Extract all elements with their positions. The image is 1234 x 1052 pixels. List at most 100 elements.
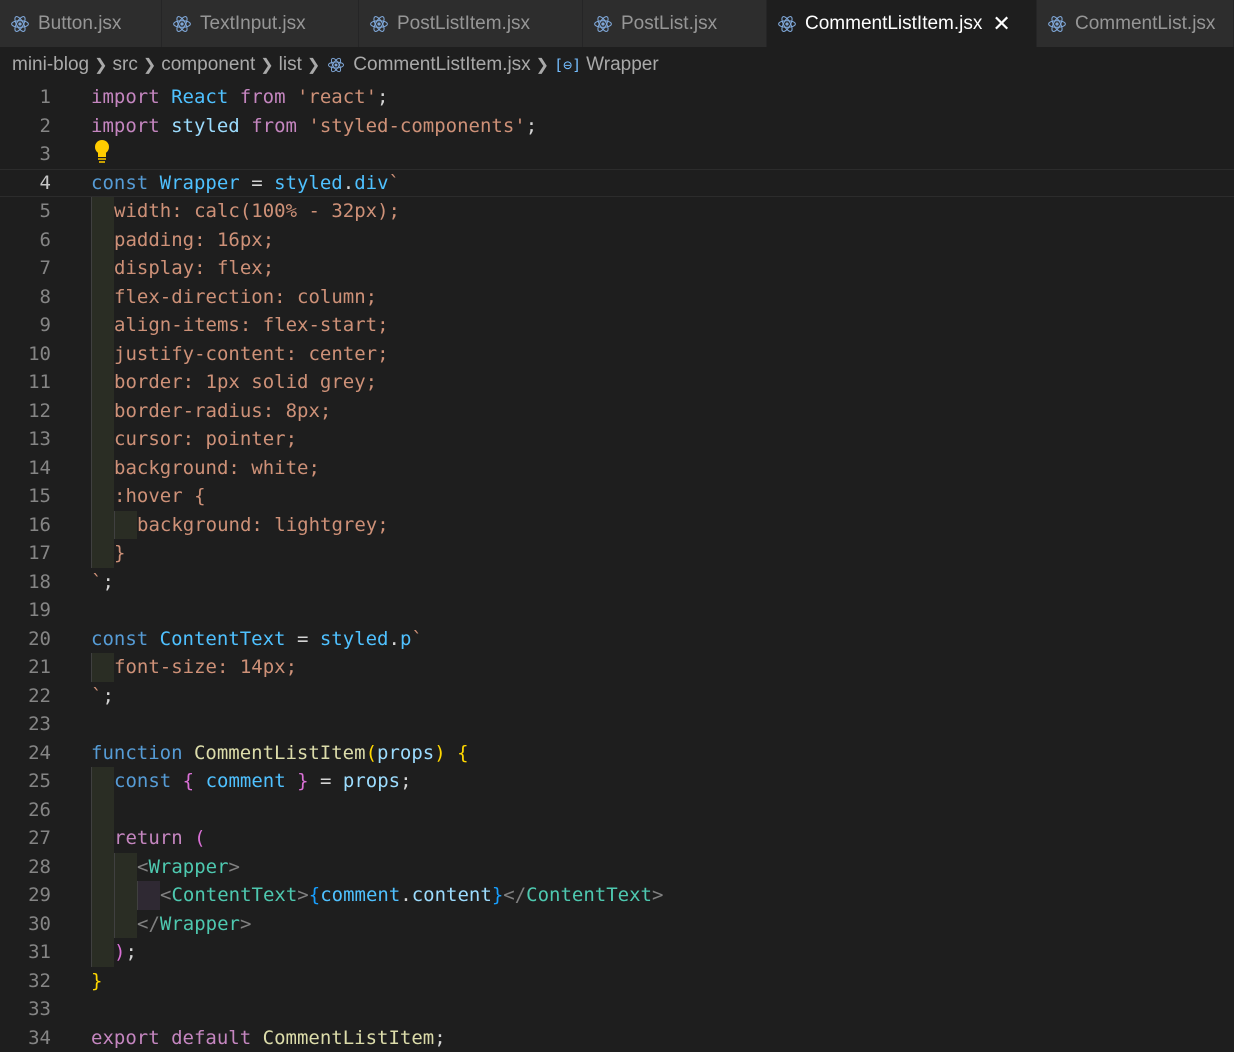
code-line[interactable]: 19 <box>0 596 1234 625</box>
code-line[interactable]: 10justify-content: center; <box>0 340 1234 369</box>
tab-label: PostListItem.jsx <box>397 13 530 35</box>
code-line[interactable]: 13cursor: pointer; <box>0 425 1234 454</box>
code-line[interactable]: 15:hover { <box>0 482 1234 511</box>
code-line[interactable]: 30</Wrapper> <box>0 910 1234 939</box>
code-line[interactable]: 2import styled from 'styled-components'; <box>0 112 1234 141</box>
code-line[interactable]: 12border-radius: 8px; <box>0 397 1234 426</box>
line-number: 32 <box>0 967 51 996</box>
line-number: 15 <box>0 482 51 511</box>
react-icon <box>1047 14 1067 34</box>
line-number: 16 <box>0 511 51 540</box>
code-line[interactable]: 24function CommentListItem(props) { <box>0 739 1234 768</box>
code-line[interactable]: 28<Wrapper> <box>0 853 1234 882</box>
code-line[interactable]: 14background: white; <box>0 454 1234 483</box>
breadcrumb-item-component[interactable]: component <box>161 54 255 76</box>
code-line[interactable]: 23 <box>0 710 1234 739</box>
line-number: 27 <box>0 824 51 853</box>
code-line[interactable]: 9align-items: flex-start; <box>0 311 1234 340</box>
react-icon <box>777 14 797 34</box>
code-line[interactable]: 17} <box>0 539 1234 568</box>
tab-postlistitem-jsx[interactable]: PostListItem.jsx <box>359 0 583 47</box>
line-number: 30 <box>0 910 51 939</box>
chevron-right-icon: ❯ <box>536 55 549 75</box>
line-number: 25 <box>0 767 51 796</box>
line-number: 7 <box>0 254 51 283</box>
react-icon <box>10 14 30 34</box>
code-line[interactable]: 34export default CommentListItem; <box>0 1024 1234 1052</box>
tab-label: Button.jsx <box>38 13 121 35</box>
breadcrumb-item-symbol[interactable]: Wrapper <box>586 54 659 76</box>
code-line[interactable]: 22`; <box>0 682 1234 711</box>
close-icon[interactable]: ✕ <box>992 13 1010 35</box>
line-number: 23 <box>0 710 51 739</box>
code-line[interactable]: 16background: lightgrey; <box>0 511 1234 540</box>
line-number: 8 <box>0 283 51 312</box>
chevron-right-icon: ❯ <box>307 55 320 75</box>
code-line-current[interactable]: 4const Wrapper = styled.div` <box>0 169 1234 198</box>
chevron-right-icon: ❯ <box>260 55 273 75</box>
line-number: 33 <box>0 995 51 1024</box>
code-line[interactable]: 27return ( <box>0 824 1234 853</box>
line-number: 12 <box>0 397 51 426</box>
line-number: 9 <box>0 311 51 340</box>
line-number: 17 <box>0 539 51 568</box>
line-number: 2 <box>0 112 51 141</box>
code-line[interactable]: 11border: 1px solid grey; <box>0 368 1234 397</box>
code-line[interactable]: 31); <box>0 938 1234 967</box>
breadcrumb-item-file[interactable]: CommentListItem.jsx <box>353 54 530 76</box>
line-number: 10 <box>0 340 51 369</box>
chevron-right-icon: ❯ <box>143 55 156 75</box>
code-line[interactable]: 7display: flex; <box>0 254 1234 283</box>
line-number: 1 <box>0 83 51 112</box>
line-number: 5 <box>0 197 51 226</box>
code-line[interactable]: 32} <box>0 967 1234 996</box>
code-line[interactable]: 3 <box>0 140 1234 169</box>
code-line[interactable]: 8flex-direction: column; <box>0 283 1234 312</box>
tab-commentlist-jsx[interactable]: CommentList.jsx <box>1037 0 1234 47</box>
code-line[interactable]: 21font-size: 14px; <box>0 653 1234 682</box>
code-line[interactable]: 1import React from 'react'; <box>0 83 1234 112</box>
editor-tab-bar: Button.jsx TextInput.jsx PostListItem.js… <box>0 0 1234 47</box>
tab-label: PostList.jsx <box>621 13 717 35</box>
line-number: 14 <box>0 454 51 483</box>
react-icon <box>327 56 345 74</box>
breadcrumb-item-mini-blog[interactable]: mini-blog <box>12 54 89 76</box>
code-line[interactable]: 25const { comment } = props; <box>0 767 1234 796</box>
line-number: 24 <box>0 739 51 768</box>
line-number: 3 <box>0 140 51 169</box>
line-number: 18 <box>0 568 51 597</box>
code-line[interactable]: 6padding: 16px; <box>0 226 1234 255</box>
code-line[interactable]: 5width: calc(100% - 32px); <box>0 197 1234 226</box>
line-number: 26 <box>0 796 51 825</box>
tab-label: TextInput.jsx <box>200 13 306 35</box>
line-number: 29 <box>0 881 51 910</box>
line-number: 21 <box>0 653 51 682</box>
chevron-right-icon: ❯ <box>94 55 107 75</box>
tab-button-jsx[interactable]: Button.jsx <box>0 0 162 47</box>
line-number: 6 <box>0 226 51 255</box>
code-editor[interactable]: 1import React from 'react'; 2import styl… <box>0 83 1234 1052</box>
tab-commentlistitem-jsx[interactable]: CommentListItem.jsx ✕ <box>767 0 1037 47</box>
tab-textinput-jsx[interactable]: TextInput.jsx <box>162 0 359 47</box>
line-number: 20 <box>0 625 51 654</box>
breadcrumb-item-list[interactable]: list <box>279 54 302 76</box>
code-line[interactable]: 29<ContentText>{comment.content}</Conten… <box>0 881 1234 910</box>
code-line[interactable]: 26 <box>0 796 1234 825</box>
react-icon <box>369 14 389 34</box>
react-icon <box>172 14 192 34</box>
code-line[interactable]: 18`; <box>0 568 1234 597</box>
tab-label: CommentList.jsx <box>1075 13 1215 35</box>
tab-postlist-jsx[interactable]: PostList.jsx <box>583 0 767 47</box>
line-number: 22 <box>0 682 51 711</box>
react-icon <box>593 14 613 34</box>
code-line[interactable]: 33 <box>0 995 1234 1024</box>
symbol-variable-icon: [⊖] <box>554 56 581 74</box>
code-line[interactable]: 20const ContentText = styled.p` <box>0 625 1234 654</box>
line-number: 31 <box>0 938 51 967</box>
line-number: 4 <box>0 169 51 198</box>
tab-label: CommentListItem.jsx <box>805 13 982 35</box>
line-number: 11 <box>0 368 51 397</box>
line-number: 34 <box>0 1024 51 1052</box>
breadcrumb-item-src[interactable]: src <box>113 54 138 76</box>
lightbulb-icon[interactable] <box>93 138 111 164</box>
